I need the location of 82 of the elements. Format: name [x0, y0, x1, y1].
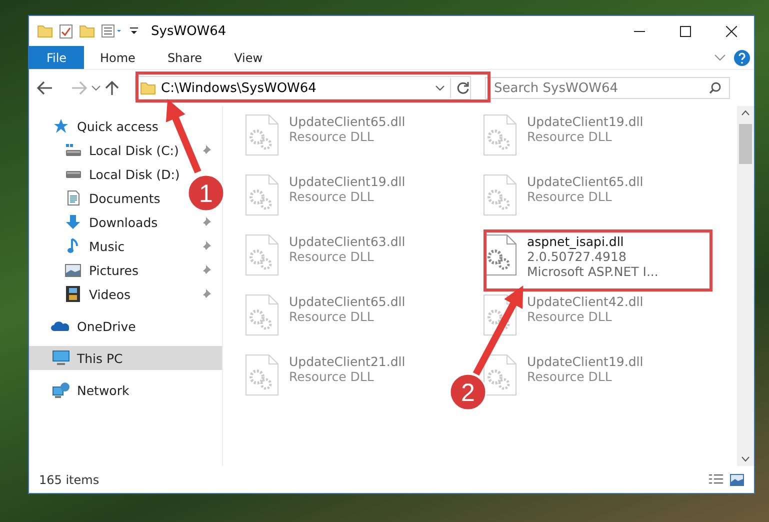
back-arrow-icon[interactable]	[37, 81, 53, 95]
file-name[interactable]: UpdateClient65.dll	[289, 114, 406, 129]
file-name[interactable]: UpdateClient19.dll	[527, 114, 644, 129]
chevron-down-icon[interactable]	[91, 84, 101, 92]
star-icon	[53, 118, 69, 134]
file-detail: Resource DLL	[289, 369, 374, 384]
nav-item[interactable]: This PC	[29, 346, 222, 370]
nav-item[interactable]: Local Disk (D:)	[29, 162, 190, 186]
picture-icon	[65, 264, 81, 276]
up-arrow-icon[interactable]	[105, 80, 119, 96]
file-detail: Resource DLL	[527, 369, 612, 384]
file-name[interactable]: UpdateClient19.dll	[527, 354, 644, 369]
nav-item[interactable]: Local Disk (C:)	[29, 138, 222, 162]
large-icons-view-icon[interactable]	[730, 474, 744, 486]
nav-item[interactable]: Downloads	[29, 210, 222, 234]
music-note-icon	[67, 238, 79, 254]
help-icon[interactable]	[734, 50, 750, 66]
file-detail: Resource DLL	[289, 249, 374, 264]
chevron-down-icon[interactable]	[714, 54, 726, 62]
scrollbar[interactable]	[737, 106, 754, 466]
nav-item[interactable]: Videos	[29, 282, 222, 306]
file-detail: Resource DLL	[527, 189, 612, 204]
folder-icon	[140, 81, 156, 95]
drive-icon	[65, 143, 81, 157]
dropdown-caret-icon[interactable]	[129, 26, 139, 36]
scroll-down-icon[interactable]	[741, 456, 750, 462]
file-gear-icon	[483, 354, 517, 396]
scroll-up-icon[interactable]	[741, 110, 750, 116]
file-gear-icon	[245, 234, 279, 276]
cloud-icon	[51, 320, 71, 332]
file-gear-icon	[245, 114, 279, 156]
file-detail: Resource DLL	[289, 309, 374, 324]
close-icon[interactable]	[726, 26, 736, 36]
file-name[interactable]: UpdateClient65.dll	[527, 174, 644, 189]
nav-item[interactable]: Music	[29, 234, 222, 258]
nav-item[interactable]: Documents	[29, 186, 170, 210]
ribbon-tab[interactable]: Share	[151, 46, 218, 69]
refresh-icon[interactable]	[456, 81, 470, 95]
search-field[interactable]: Search SysWOW64	[485, 77, 730, 99]
file-detail: Microsoft ASP.NET I...	[527, 264, 658, 279]
step-badge: 1	[187, 174, 225, 212]
ribbon-tab[interactable]: View	[218, 46, 279, 69]
file-gear-icon	[245, 354, 279, 396]
ribbon-tab[interactable]: Home	[84, 46, 152, 69]
nav-item[interactable]: Quick access	[29, 114, 168, 138]
item-count: 165 items	[39, 472, 100, 486]
maximize-icon[interactable]	[680, 26, 690, 36]
nav-item[interactable]: Pictures	[29, 258, 222, 282]
file-detail: Resource DLL	[527, 129, 612, 144]
file-detail: 2.0.50727.4918	[527, 249, 626, 264]
details-view-icon[interactable]	[708, 474, 724, 486]
search-icon[interactable]	[709, 82, 721, 94]
file-detail: Resource DLL	[527, 309, 612, 324]
nav-item[interactable]: OneDrive	[29, 314, 146, 338]
nav-item[interactable]: Network	[29, 378, 140, 402]
file-name[interactable]: UpdateClient19.dll	[289, 174, 406, 189]
file-gear-icon	[483, 114, 517, 156]
file-detail: Resource DLL	[289, 129, 374, 144]
scroll-thumb[interactable]	[739, 124, 752, 164]
download-arrow-icon	[65, 214, 81, 230]
file-name[interactable]: UpdateClient65.dll	[289, 294, 406, 309]
file-gear-icon	[483, 294, 517, 336]
file-name[interactable]: UpdateClient42.dll	[527, 294, 644, 309]
document-icon	[66, 190, 80, 206]
chevron-down-icon[interactable]	[435, 84, 445, 92]
file-gear-icon	[483, 174, 517, 216]
computer-icon	[52, 350, 70, 366]
film-icon	[66, 286, 80, 302]
address-bar[interactable]: C:\Windows\SysWOW64	[135, 76, 471, 100]
file-menu-tab[interactable]: File	[29, 46, 84, 69]
network-icon	[52, 382, 70, 398]
file-detail: Resource DLL	[289, 189, 374, 204]
file-name[interactable]: aspnet_isapi.dll	[527, 234, 624, 249]
file-gear-icon	[245, 174, 279, 216]
file-name[interactable]: UpdateClient21.dll	[289, 354, 406, 369]
checklist-icon[interactable]	[59, 24, 73, 38]
window-title: SysWOW64	[151, 24, 228, 38]
file-name[interactable]: UpdateClient63.dll	[289, 234, 406, 249]
step-badge: 2	[449, 373, 487, 411]
file-gear-icon	[245, 294, 279, 336]
properties-icon[interactable]	[101, 24, 123, 38]
drive-icon	[65, 169, 81, 179]
